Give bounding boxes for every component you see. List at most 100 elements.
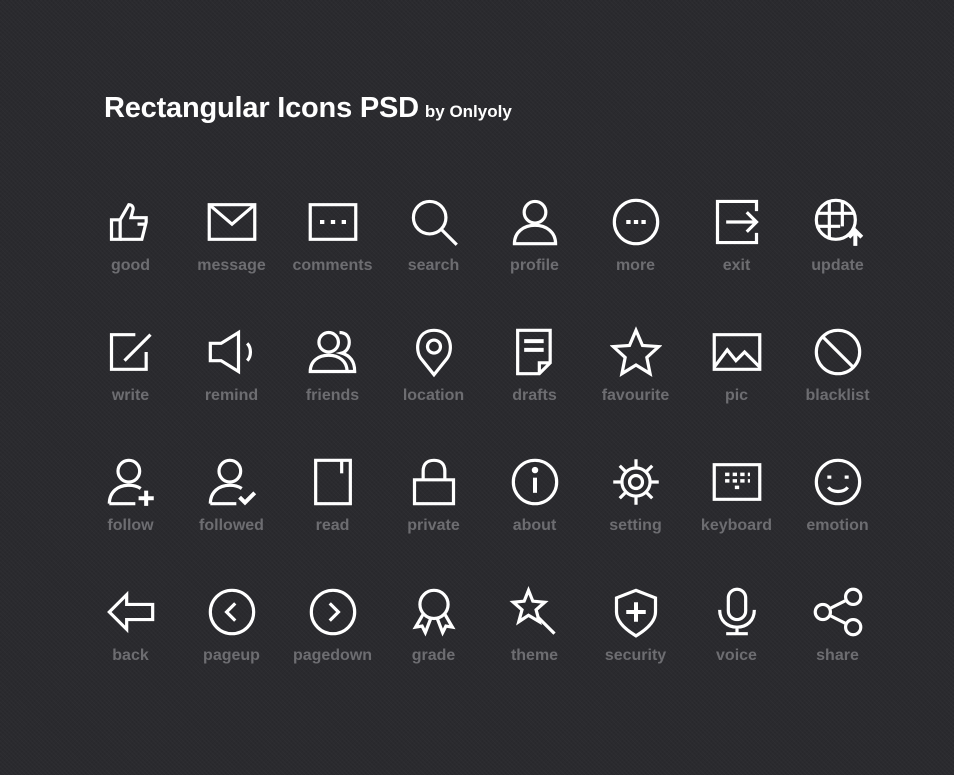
arrow-left-icon — [105, 586, 157, 638]
icon-label: message — [197, 257, 266, 274]
icon-item-pagedown[interactable]: pagedown — [282, 586, 383, 716]
icon-label: drafts — [512, 387, 557, 404]
icon-item-good[interactable]: good — [80, 196, 181, 326]
envelope-icon — [206, 196, 258, 248]
icon-item-location[interactable]: location — [383, 326, 484, 456]
icon-item-emotion[interactable]: emotion — [787, 456, 888, 586]
icon-item-comments[interactable]: comments — [282, 196, 383, 326]
icon-label: blacklist — [805, 387, 870, 404]
icon-grid: good message comments search profile more exit… — [80, 196, 888, 716]
star-icon — [610, 326, 662, 378]
thumbs-up-icon — [105, 196, 157, 248]
icon-label: keyboard — [700, 517, 773, 534]
icon-item-friends[interactable]: friends — [282, 326, 383, 456]
icon-label: share — [816, 647, 859, 664]
icon-item-keyboard[interactable]: keyboard — [686, 456, 787, 586]
smiley-icon — [812, 456, 864, 508]
icon-label: theme — [510, 647, 559, 664]
icon-item-theme[interactable]: theme — [484, 586, 585, 716]
icon-label: about — [512, 517, 557, 534]
icon-item-blacklist[interactable]: blacklist — [787, 326, 888, 456]
image-icon — [711, 326, 763, 378]
icon-label: search — [407, 257, 460, 274]
icon-item-grade[interactable]: grade — [383, 586, 484, 716]
icon-item-pageup[interactable]: pageup — [181, 586, 282, 716]
icon-item-share[interactable]: share — [787, 586, 888, 716]
icon-label: pageup — [203, 647, 260, 664]
icon-item-follow[interactable]: follow — [80, 456, 181, 586]
icon-item-read[interactable]: read — [282, 456, 383, 586]
icon-label: pic — [724, 387, 749, 404]
lock-icon — [408, 456, 460, 508]
icon-item-exit[interactable]: exit — [686, 196, 787, 326]
shield-plus-icon — [610, 586, 662, 638]
icon-label: write — [111, 387, 150, 404]
icon-label: grade — [411, 647, 456, 664]
chevron-left-circle-icon — [206, 586, 258, 638]
icon-item-update[interactable]: update — [787, 196, 888, 326]
icon-item-profile[interactable]: profile — [484, 196, 585, 326]
icon-label: voice — [716, 647, 757, 664]
magnifier-icon — [408, 196, 460, 248]
icon-item-drafts[interactable]: drafts — [484, 326, 585, 456]
keyboard-icon — [711, 456, 763, 508]
icon-label: security — [604, 647, 667, 664]
award-ribbon-icon — [408, 586, 460, 638]
microphone-icon — [711, 586, 763, 638]
icon-label: follow — [107, 517, 154, 534]
speaker-icon — [206, 326, 258, 378]
icon-label: more — [615, 257, 656, 274]
icon-item-search[interactable]: search — [383, 196, 484, 326]
icon-label: favourite — [601, 387, 670, 404]
user-icon — [509, 196, 561, 248]
icon-label: location — [402, 387, 465, 404]
ellipsis-circle-icon — [610, 196, 662, 248]
title-byline: by Onlyoly — [424, 102, 512, 121]
icon-label: comments — [292, 257, 373, 274]
icon-label: back — [112, 647, 149, 664]
icon-item-message[interactable]: message — [181, 196, 282, 326]
icon-label: remind — [204, 387, 259, 404]
icon-item-remind[interactable]: remind — [181, 326, 282, 456]
icon-item-pic[interactable]: pic — [686, 326, 787, 456]
icon-item-more[interactable]: more — [585, 196, 686, 326]
icon-item-write[interactable]: write — [80, 326, 181, 456]
book-icon — [307, 456, 359, 508]
icon-label: emotion — [806, 517, 869, 534]
icon-item-security[interactable]: security — [585, 586, 686, 716]
share-nodes-icon — [812, 586, 864, 638]
icon-label: good — [110, 257, 151, 274]
icon-item-setting[interactable]: setting — [585, 456, 686, 586]
document-icon — [509, 326, 561, 378]
icon-item-private[interactable]: private — [383, 456, 484, 586]
icon-label: exit — [722, 257, 751, 274]
icon-item-back[interactable]: back — [80, 586, 181, 716]
exit-arrow-icon — [711, 196, 763, 248]
chevron-right-circle-icon — [307, 586, 359, 638]
info-icon — [509, 456, 561, 508]
icon-label: pagedown — [292, 647, 373, 664]
user-add-icon — [105, 456, 157, 508]
icon-label: friends — [305, 387, 360, 404]
user-check-icon — [206, 456, 258, 508]
block-icon — [812, 326, 864, 378]
page-title: Rectangular Icons PSD by Onlyoly — [104, 92, 512, 125]
globe-upload-icon — [812, 196, 864, 248]
icon-label: setting — [609, 517, 662, 534]
icon-item-about[interactable]: about — [484, 456, 585, 586]
icon-item-favourite[interactable]: favourite — [585, 326, 686, 456]
icon-label: followed — [199, 517, 264, 534]
title-main: Rectangular Icons PSD — [104, 92, 419, 124]
icon-item-followed[interactable]: followed — [181, 456, 282, 586]
users-icon — [307, 326, 359, 378]
icon-label: update — [811, 257, 864, 274]
map-pin-icon — [408, 326, 460, 378]
comment-box-icon — [307, 196, 359, 248]
icon-item-voice[interactable]: voice — [686, 586, 787, 716]
magic-wand-icon — [509, 586, 561, 638]
icon-label: read — [315, 517, 350, 534]
gear-icon — [610, 456, 662, 508]
icon-label: private — [407, 517, 460, 534]
icon-label: profile — [510, 257, 559, 274]
edit-pencil-icon — [105, 326, 157, 378]
